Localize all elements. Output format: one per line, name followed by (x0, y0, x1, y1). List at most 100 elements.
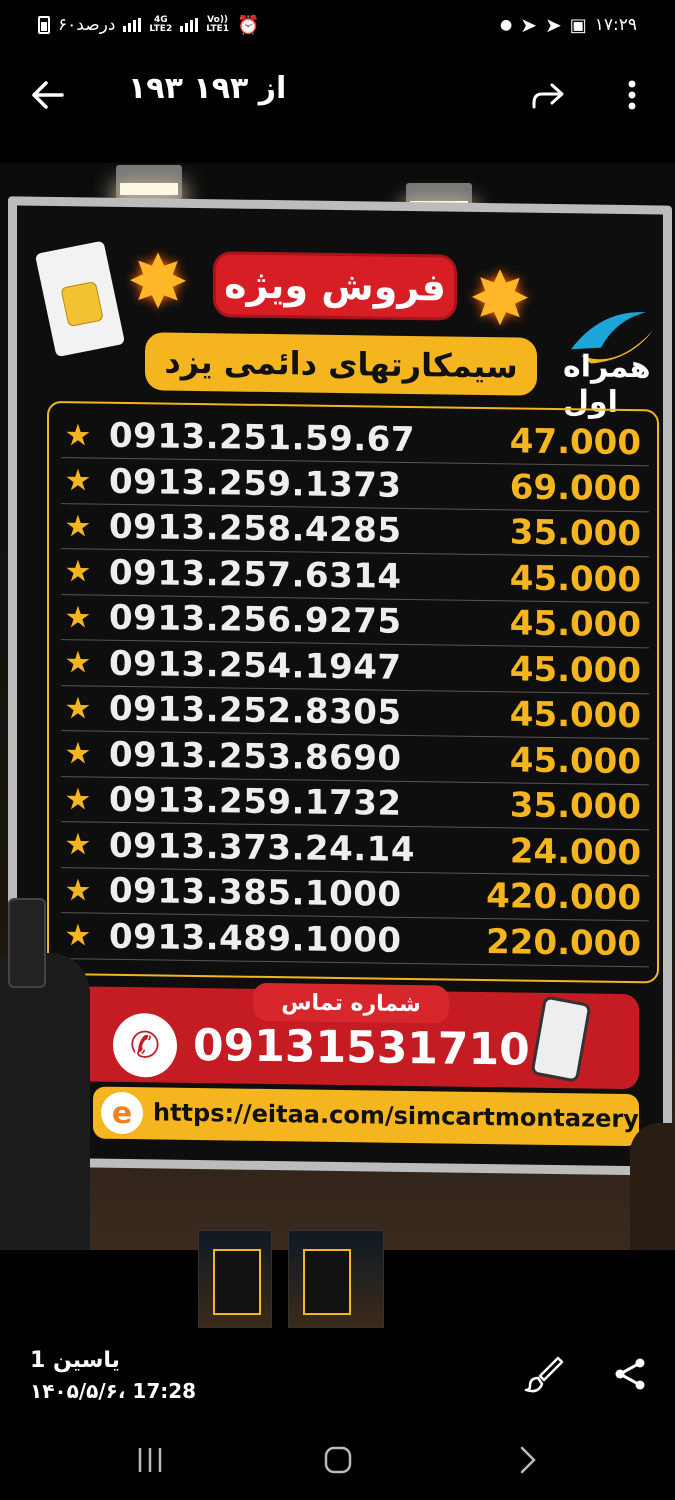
image-icon: ▣ (569, 14, 587, 36)
signal-icon-2 (180, 18, 199, 32)
starburst-icon: ✸ (469, 255, 532, 343)
thumbnail[interactable] (288, 1230, 384, 1328)
star-icon: ★ (64, 508, 92, 545)
thumbnail[interactable] (198, 1230, 272, 1328)
star-icon: ★ (64, 417, 92, 454)
contact-label: شماره تماس (253, 982, 449, 1024)
sim-price: 45.000 (509, 557, 641, 600)
link-banner: e https://eitaa.com/simcartmontazery (93, 1086, 639, 1147)
sim-price: 220.000 (486, 921, 641, 964)
status-left: ۶۰درصد 4G LTE2 Vo)) LTE1 ⏰ (38, 15, 259, 36)
telegram-icon-2: ➤ (544, 13, 562, 37)
more-vert-icon[interactable] (608, 71, 656, 119)
table-row: ★ 0913.251.59.67 47.000 (61, 413, 649, 467)
alarm-icon: ⏰ (237, 14, 260, 36)
sim-number: 0913.373.24.14 (109, 825, 415, 870)
sim-number: 0913.253.8690 (109, 734, 402, 779)
sim-price: 69.000 (509, 466, 641, 509)
table-row: ★ 0913.253.8690 45.000 (61, 731, 649, 785)
brush-icon[interactable] (520, 1350, 568, 1398)
thumbnail-strip (0, 1228, 675, 1328)
link-url: https://eitaa.com/simcartmontazery (153, 1098, 639, 1134)
star-icon: ★ (64, 918, 92, 954)
sim-number: 0913.252.8305 (109, 688, 402, 733)
sim-price: 420.000 (486, 876, 641, 919)
sim-price: 45.000 (509, 603, 641, 646)
arrow-left-icon[interactable] (24, 71, 72, 119)
starburst-icon: ✸ (127, 239, 190, 326)
top-app-bar: ۱۹۳ از ۱۹۳ (0, 55, 675, 135)
navigation-bar (0, 1420, 675, 1500)
table-row: ★ 0913.256.9275 45.000 (61, 595, 649, 649)
sim-price: 45.000 (509, 694, 641, 737)
message-datetime: ۱۴۰۵/۵/۶، 17:28 (30, 1379, 197, 1403)
phone-icon: ✆ (113, 1012, 177, 1078)
star-icon: ★ (64, 827, 92, 863)
table-row: ★ 0913.259.1732 35.000 (61, 777, 649, 831)
table-row: ★ 0913.252.8305 45.000 (61, 686, 649, 740)
star-icon: ★ (64, 690, 92, 727)
message-info: یاسین 1 ۱۴۰۵/۵/۶، 17:28 (30, 1348, 196, 1403)
board-subtitle: سیمکارتهای دائمی یزد (145, 332, 537, 396)
mobile-phone-icon (530, 995, 592, 1083)
star-icon: ★ (64, 736, 92, 772)
sender-name: یاسین 1 (30, 1348, 120, 1373)
recent-apps-icon[interactable] (120, 1438, 180, 1482)
star-icon: ★ (64, 645, 92, 681)
network-1-sub: LTE2 (149, 24, 173, 34)
lamp (116, 165, 182, 199)
star-icon: ★ (64, 554, 92, 590)
sim-number: 0913.259.1732 (109, 779, 402, 824)
photo-viewer[interactable]: ✸ ✸ فروش ویژه سیمکارتهای دائمی یزد همراه… (0, 163, 675, 1250)
sim-price: 45.000 (509, 739, 641, 782)
sim-number: 0913.254.1947 (109, 643, 402, 688)
sim-price: 24.000 (509, 830, 641, 873)
sim-number: 0913.257.6314 (109, 552, 402, 597)
back-icon[interactable] (498, 1438, 558, 1482)
network-2-sub: LTE1 (206, 24, 229, 34)
image-counter: ۱۹۳ از ۱۹۳ (128, 71, 287, 106)
sim-price: 35.000 (509, 785, 641, 828)
status-right: ● ➤ ➤ ▣ ۱۷:۲۹ (500, 13, 637, 37)
clock-time: ۱۷:۲۹ (594, 15, 637, 35)
status-bar: ۶۰درصد 4G LTE2 Vo)) LTE1 ⏰ ● ➤ ➤ ▣ ۱۷:۲۹ (0, 0, 675, 50)
contact-banner: شماره تماس ✆ 09131531710 (69, 982, 639, 1090)
board-title: فروش ویژه (213, 251, 457, 321)
sim-price: 47.000 (509, 421, 641, 464)
table-row: ★ 0913.258.4285 35.000 (61, 504, 649, 558)
sim-number: 0913.251.59.67 (109, 415, 415, 461)
star-icon: ★ (64, 599, 92, 636)
sim-number: 0913.259.1373 (109, 461, 402, 506)
sim-card-image (34, 240, 126, 358)
table-row: ★ 0913.259.1373 69.000 (61, 458, 649, 512)
sim-number: 0913.385.1000 (109, 870, 402, 915)
forward-arrow-icon[interactable] (524, 71, 572, 119)
sim-price: 45.000 (509, 648, 641, 691)
telegram-icon: ➤ (520, 13, 537, 37)
table-row: ★ 0913.254.1947 45.000 (61, 640, 649, 694)
signal-icon (123, 18, 142, 32)
table-row: ★ 0913.385.1000 420.000 (61, 868, 649, 922)
phone-in-hand (8, 898, 46, 988)
table-row: ★ 0913.489.1000 220.000 (61, 913, 649, 967)
sim-number: 0913.489.1000 (109, 916, 402, 961)
eitaa-icon: e (101, 1091, 143, 1135)
dot-icon: ● (499, 17, 513, 33)
sim-price: 35.000 (509, 512, 641, 555)
battery-level: ۶۰درصد (58, 15, 116, 35)
network-indicator-1: 4G LTE2 (149, 16, 172, 34)
table-row: ★ 0913.373.24.14 24.000 (61, 822, 649, 876)
home-icon[interactable] (308, 1438, 368, 1482)
contact-number: 09131531710 (193, 1019, 530, 1076)
star-icon: ★ (64, 872, 92, 909)
star-icon: ★ (64, 781, 92, 818)
star-icon: ★ (64, 463, 92, 499)
battery-icon (38, 16, 50, 34)
sim-number: 0913.256.9275 (109, 597, 402, 642)
network-indicator-2: Vo)) LTE1 (206, 16, 229, 34)
billboard: ✸ ✸ فروش ویژه سیمکارتهای دائمی یزد همراه… (8, 196, 672, 1176)
share-icon[interactable] (606, 1350, 654, 1398)
person-silhouette (0, 953, 90, 1250)
table-row: ★ 0913.257.6314 45.000 (61, 549, 649, 603)
price-table: ★ 0913.251.59.67 47.000 ★ 0913.259.1373 69.00… (47, 400, 659, 984)
